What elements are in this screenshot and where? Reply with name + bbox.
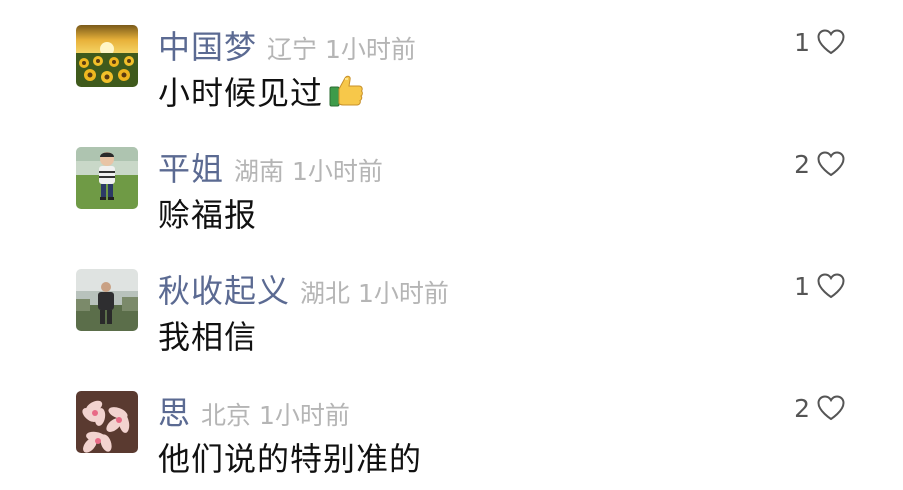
avatar[interactable] bbox=[76, 391, 138, 453]
comment-time: 1小时前 bbox=[259, 401, 350, 430]
user-location: 北京 bbox=[201, 401, 252, 430]
like-button[interactable]: 2 bbox=[780, 144, 846, 184]
comment-time: 1小时前 bbox=[325, 35, 416, 64]
comment-text: 他们说的特别准的 bbox=[158, 436, 422, 478]
like-count: 1 bbox=[794, 271, 810, 301]
comment-header: 秋收起义 湖北 1小时前 bbox=[158, 266, 449, 310]
heart-icon[interactable] bbox=[816, 394, 846, 422]
comment-item: 秋收起义 湖北 1小时前 我相信 1 bbox=[0, 244, 903, 364]
comment-text: 赊福报 bbox=[158, 192, 257, 234]
comment-time: 1小时前 bbox=[358, 279, 449, 308]
avatar[interactable] bbox=[76, 269, 138, 331]
comment-text-content: 赊福报 bbox=[158, 196, 258, 234]
thumbs-up-icon bbox=[327, 72, 365, 110]
heart-icon[interactable] bbox=[816, 150, 846, 178]
comment-text-content: 他们说的特别准的 bbox=[158, 440, 423, 478]
comment-header: 中国梦 辽宁 1小时前 bbox=[158, 22, 416, 66]
comment-text: 小时候见过 bbox=[158, 70, 365, 112]
like-count: 2 bbox=[794, 149, 810, 179]
like-button[interactable]: 1 bbox=[780, 266, 846, 306]
comment-item: 思 北京 1小时前 他们说的特别准的 2 bbox=[0, 366, 903, 486]
user-location: 辽宁 bbox=[267, 35, 318, 64]
heart-icon[interactable] bbox=[816, 28, 846, 56]
comment-text-content: 我相信 bbox=[158, 318, 258, 356]
pink-flowers-avatar bbox=[76, 391, 138, 453]
like-button[interactable]: 2 bbox=[780, 388, 846, 428]
user-location: 湖南 bbox=[234, 157, 285, 186]
comment-header: 平姐 湖南 1小时前 bbox=[158, 144, 383, 188]
user-name[interactable]: 秋收起义 bbox=[158, 266, 290, 312]
avatar[interactable] bbox=[76, 147, 138, 209]
like-button[interactable]: 1 bbox=[780, 22, 846, 62]
like-count: 2 bbox=[794, 393, 810, 423]
comment-time: 1小时前 bbox=[292, 157, 383, 186]
comment-text-content: 小时候见过 bbox=[158, 74, 324, 112]
man-in-field-avatar bbox=[76, 269, 138, 331]
user-location: 湖北 bbox=[300, 279, 351, 308]
comment-text: 我相信 bbox=[158, 314, 257, 356]
comment-header: 思 北京 1小时前 bbox=[158, 388, 350, 432]
child-on-grass-avatar bbox=[76, 147, 138, 209]
heart-icon[interactable] bbox=[816, 272, 846, 300]
avatar[interactable] bbox=[76, 25, 138, 87]
like-count: 1 bbox=[794, 27, 810, 57]
comment-item: 平姐 湖南 1小时前 赊福报 2 bbox=[0, 122, 903, 242]
user-name[interactable]: 中国梦 bbox=[158, 22, 257, 68]
user-name[interactable]: 平姐 bbox=[158, 144, 224, 190]
sunflower-field-avatar bbox=[76, 25, 138, 87]
comment-item: 中国梦 辽宁 1小时前 小时候见过 1 bbox=[0, 0, 903, 120]
user-name[interactable]: 思 bbox=[158, 388, 191, 434]
